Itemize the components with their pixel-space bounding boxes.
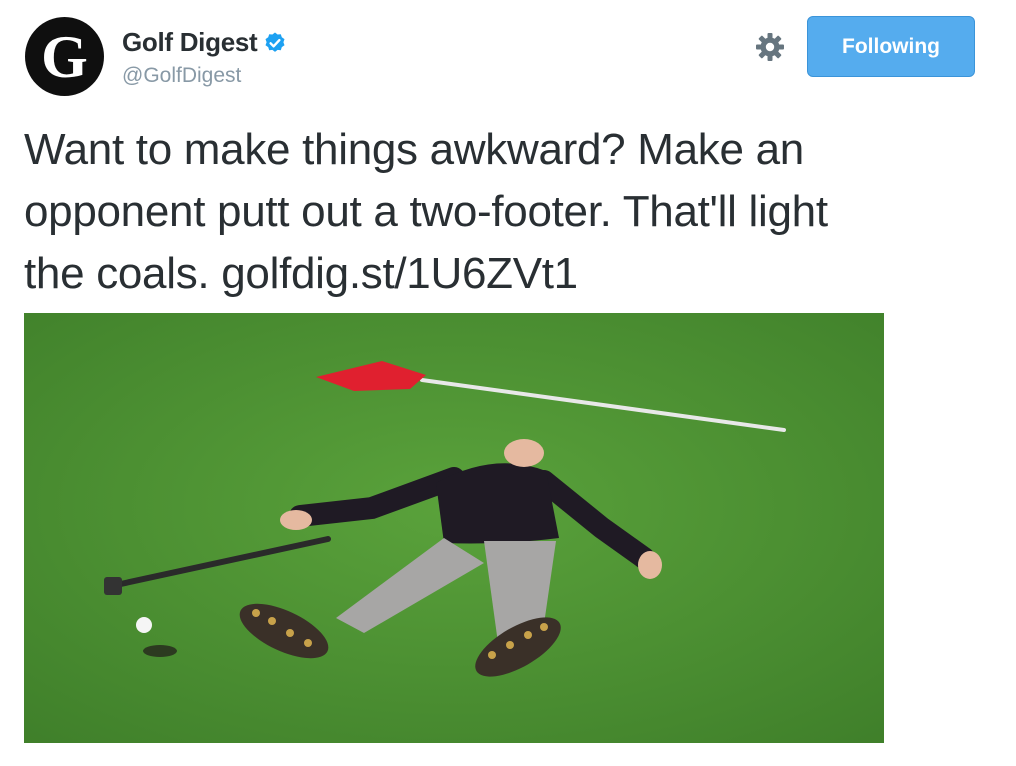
- golfer-right-hand: [638, 551, 662, 579]
- tweet-text-line-1: Want to make things awkward? Make an: [24, 125, 804, 174]
- golfer-head: [504, 439, 544, 467]
- golfer-torso: [436, 463, 559, 544]
- putter-head: [104, 577, 122, 595]
- golfer-left-hand: [280, 510, 312, 530]
- golfer-on-green-image: [24, 313, 884, 743]
- verified-badge-icon: [265, 32, 285, 52]
- avatar[interactable]: G: [25, 17, 104, 96]
- tweet-text-line-3: the coals. golfdig.st/1U6ZVt1: [24, 243, 984, 305]
- user-handle[interactable]: @GolfDigest: [122, 64, 241, 88]
- tweet-media-photo[interactable]: [24, 313, 884, 743]
- tweet-text: Want to make things awkward? Make an opp…: [24, 119, 984, 305]
- cup-hole: [143, 645, 177, 657]
- golf-ball: [136, 617, 152, 633]
- tweet-text-line-2: opponent putt out a two-footer. That'll …: [24, 187, 828, 236]
- tweet-text-line-3-prefix: the coals.: [24, 249, 222, 298]
- avatar-logo-letter: G: [41, 23, 88, 90]
- author-name-row: Golf Digest: [122, 27, 287, 58]
- following-button[interactable]: Following: [807, 16, 975, 77]
- display-name[interactable]: Golf Digest: [122, 27, 258, 58]
- gear-icon[interactable]: [753, 30, 787, 64]
- tweet-link[interactable]: golfdig.st/1U6ZVt1: [221, 249, 578, 298]
